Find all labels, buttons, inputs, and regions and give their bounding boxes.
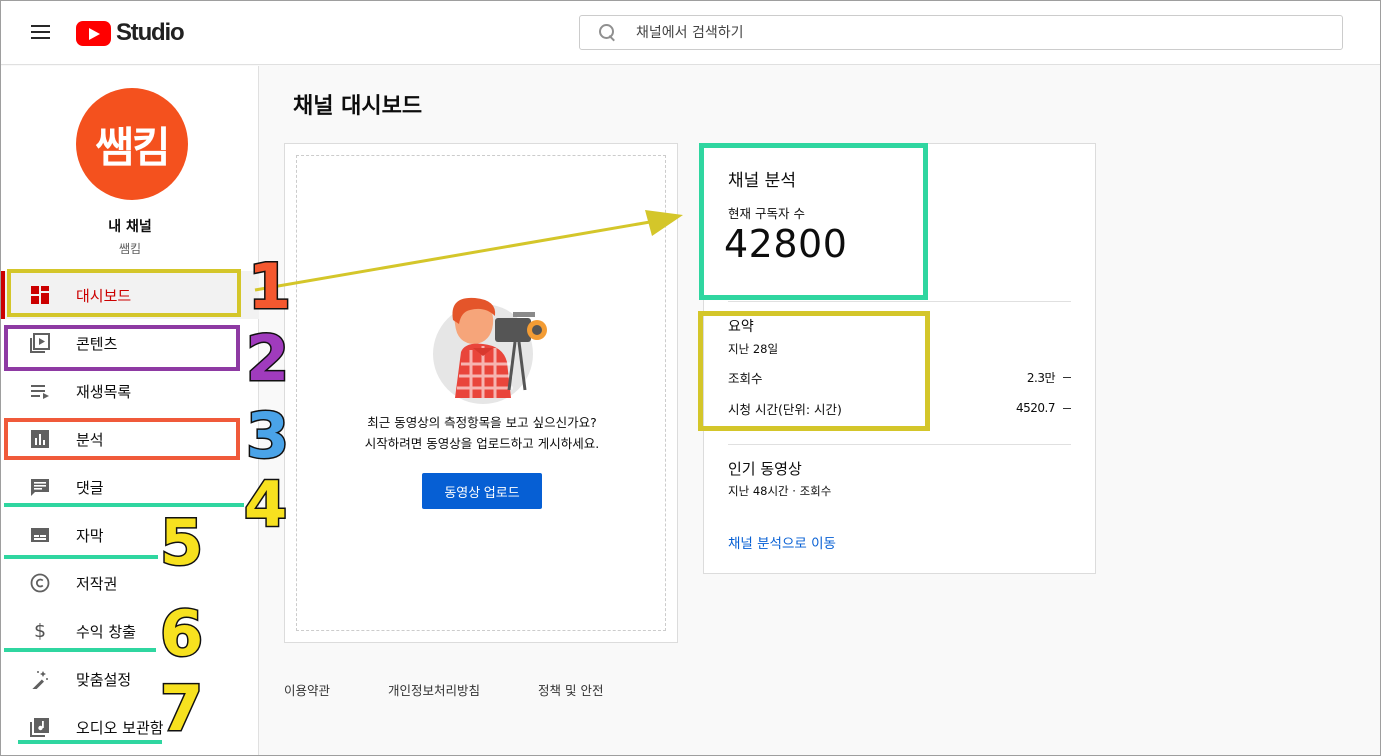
content-icon: [28, 331, 52, 355]
channel-title: 내 채널: [108, 219, 152, 235]
audio-library-icon: [28, 715, 52, 739]
sidebar-item-audio-library[interactable]: 오디오 보관함: [1, 703, 259, 751]
subtitles-icon: [28, 523, 52, 547]
sidebar-item-dashboard[interactable]: 대시보드: [1, 271, 259, 319]
metric-label: 조회수: [728, 370, 763, 386]
footer-link-terms[interactable]: 이용약관: [284, 680, 330, 699]
youtube-studio-logo[interactable]: Studio: [76, 19, 185, 46]
sidebar-item-label: 분석: [76, 430, 104, 449]
dashboard-icon: [28, 283, 52, 307]
go-to-analytics-link[interactable]: 채널 분석으로 이동: [728, 532, 836, 552]
sidebar-item-label: 수익 창출: [76, 622, 136, 641]
copyright-icon: [28, 571, 52, 595]
divider: [728, 301, 1071, 302]
upload-prompt-line2: 시작하려면 동영상을 업로드하고 게시하세요.: [364, 436, 600, 451]
sidebar-item-comments[interactable]: 댓글: [1, 463, 259, 511]
top-bar: Studio: [1, 1, 1380, 65]
sidebar-item-label: 재생목록: [76, 382, 132, 401]
sidebar-item-label: 댓글: [76, 478, 104, 497]
magic-wand-icon: [28, 667, 52, 691]
analytics-title: 채널 분석: [728, 171, 796, 191]
metric-label: 시청 시간(단위: 시간): [728, 401, 842, 417]
sidebar-item-content[interactable]: 콘텐츠: [1, 319, 259, 367]
footer-link-policy[interactable]: 정책 및 안전: [538, 680, 603, 699]
sidebar-item-subtitles[interactable]: 자막: [1, 511, 259, 559]
trend-dash-icon: [1063, 407, 1071, 409]
upload-video-button[interactable]: 동영상 업로드: [422, 473, 542, 509]
popular-videos-subtitle: 지난 48시간 · 조회수: [728, 484, 832, 498]
upload-prompt-text: 최근 동영상의 측정항목을 보고 싶으신가요? 시작하려면 동영상을 업로드하고…: [285, 412, 679, 454]
subscribers-count: 42800: [724, 222, 848, 266]
metric-row-watch-time: 시청 시간(단위: 시간) 4520.7: [728, 398, 1071, 418]
sidebar-item-label: 자막: [76, 526, 104, 545]
subscribers-label: 현재 구독자 수: [728, 206, 805, 221]
divider: [728, 444, 1071, 445]
metric-value: 4520.7: [1016, 401, 1056, 415]
page-title: 채널 대시보드: [293, 94, 423, 119]
channel-name: 쌤킴: [118, 242, 142, 256]
dollar-icon: $: [33, 620, 47, 642]
camera-operator-illustration: [433, 297, 547, 404]
sidebar-item-analytics[interactable]: 분석: [1, 415, 259, 463]
search-box[interactable]: [579, 15, 1343, 50]
search-icon[interactable]: [598, 23, 618, 43]
upload-prompt-line1: 최근 동영상의 측정항목을 보고 싶으신가요?: [367, 415, 597, 430]
sidebar-item-label: 저작권: [76, 574, 118, 593]
hamburger-menu-icon[interactable]: [31, 25, 51, 41]
sidebar-item-playlists[interactable]: 재생목록: [1, 367, 259, 415]
sidebar-item-label: 오디오 보관함: [76, 718, 164, 737]
footer-links: 이용약관 개인정보처리방침 정책 및 안전: [284, 680, 603, 699]
analytics-icon: [28, 427, 52, 451]
avatar[interactable]: 쌤킴: [76, 88, 188, 200]
summary-title: 요약: [728, 319, 754, 335]
metric-row-views: 조회수 2.3만: [728, 367, 1071, 387]
sidebar-item-label: 대시보드: [76, 286, 132, 305]
upload-card: 최근 동영상의 측정항목을 보고 싶으신가요? 시작하려면 동영상을 업로드하고…: [284, 143, 678, 643]
sidebar: 쌤킴 내 채널 쌤킴 대시보드 콘텐츠 재생목록 분석 댓글 자막 저작권 $ …: [1, 66, 259, 755]
metric-value: 2.3만: [1026, 370, 1056, 385]
search-input[interactable]: [636, 24, 1316, 41]
sidebar-item-monetization[interactable]: $ 수익 창출: [1, 607, 259, 655]
sidebar-item-customization[interactable]: 맞춤설정: [1, 655, 259, 703]
comments-icon: [28, 475, 52, 499]
sidebar-item-label: 콘텐츠: [76, 334, 118, 353]
sidebar-nav: 대시보드 콘텐츠 재생목록 분석 댓글 자막 저작권 $ 수익 창출 맞춤설정 …: [1, 271, 259, 751]
summary-period: 지난 28일: [728, 342, 779, 356]
sidebar-item-copyright[interactable]: 저작권: [1, 559, 259, 607]
trend-dash-icon: [1063, 376, 1071, 378]
footer-link-privacy[interactable]: 개인정보처리방침: [388, 680, 480, 699]
logo-text: Studio: [116, 19, 185, 46]
sidebar-item-label: 맞춤설정: [76, 670, 132, 689]
youtube-play-icon: [76, 20, 111, 46]
popular-videos-title: 인기 동영상: [728, 460, 802, 478]
channel-analytics-card: 채널 분석 현재 구독자 수 42800 요약 지난 28일 조회수 2.3만 …: [703, 143, 1096, 574]
playlist-icon: [28, 379, 52, 403]
